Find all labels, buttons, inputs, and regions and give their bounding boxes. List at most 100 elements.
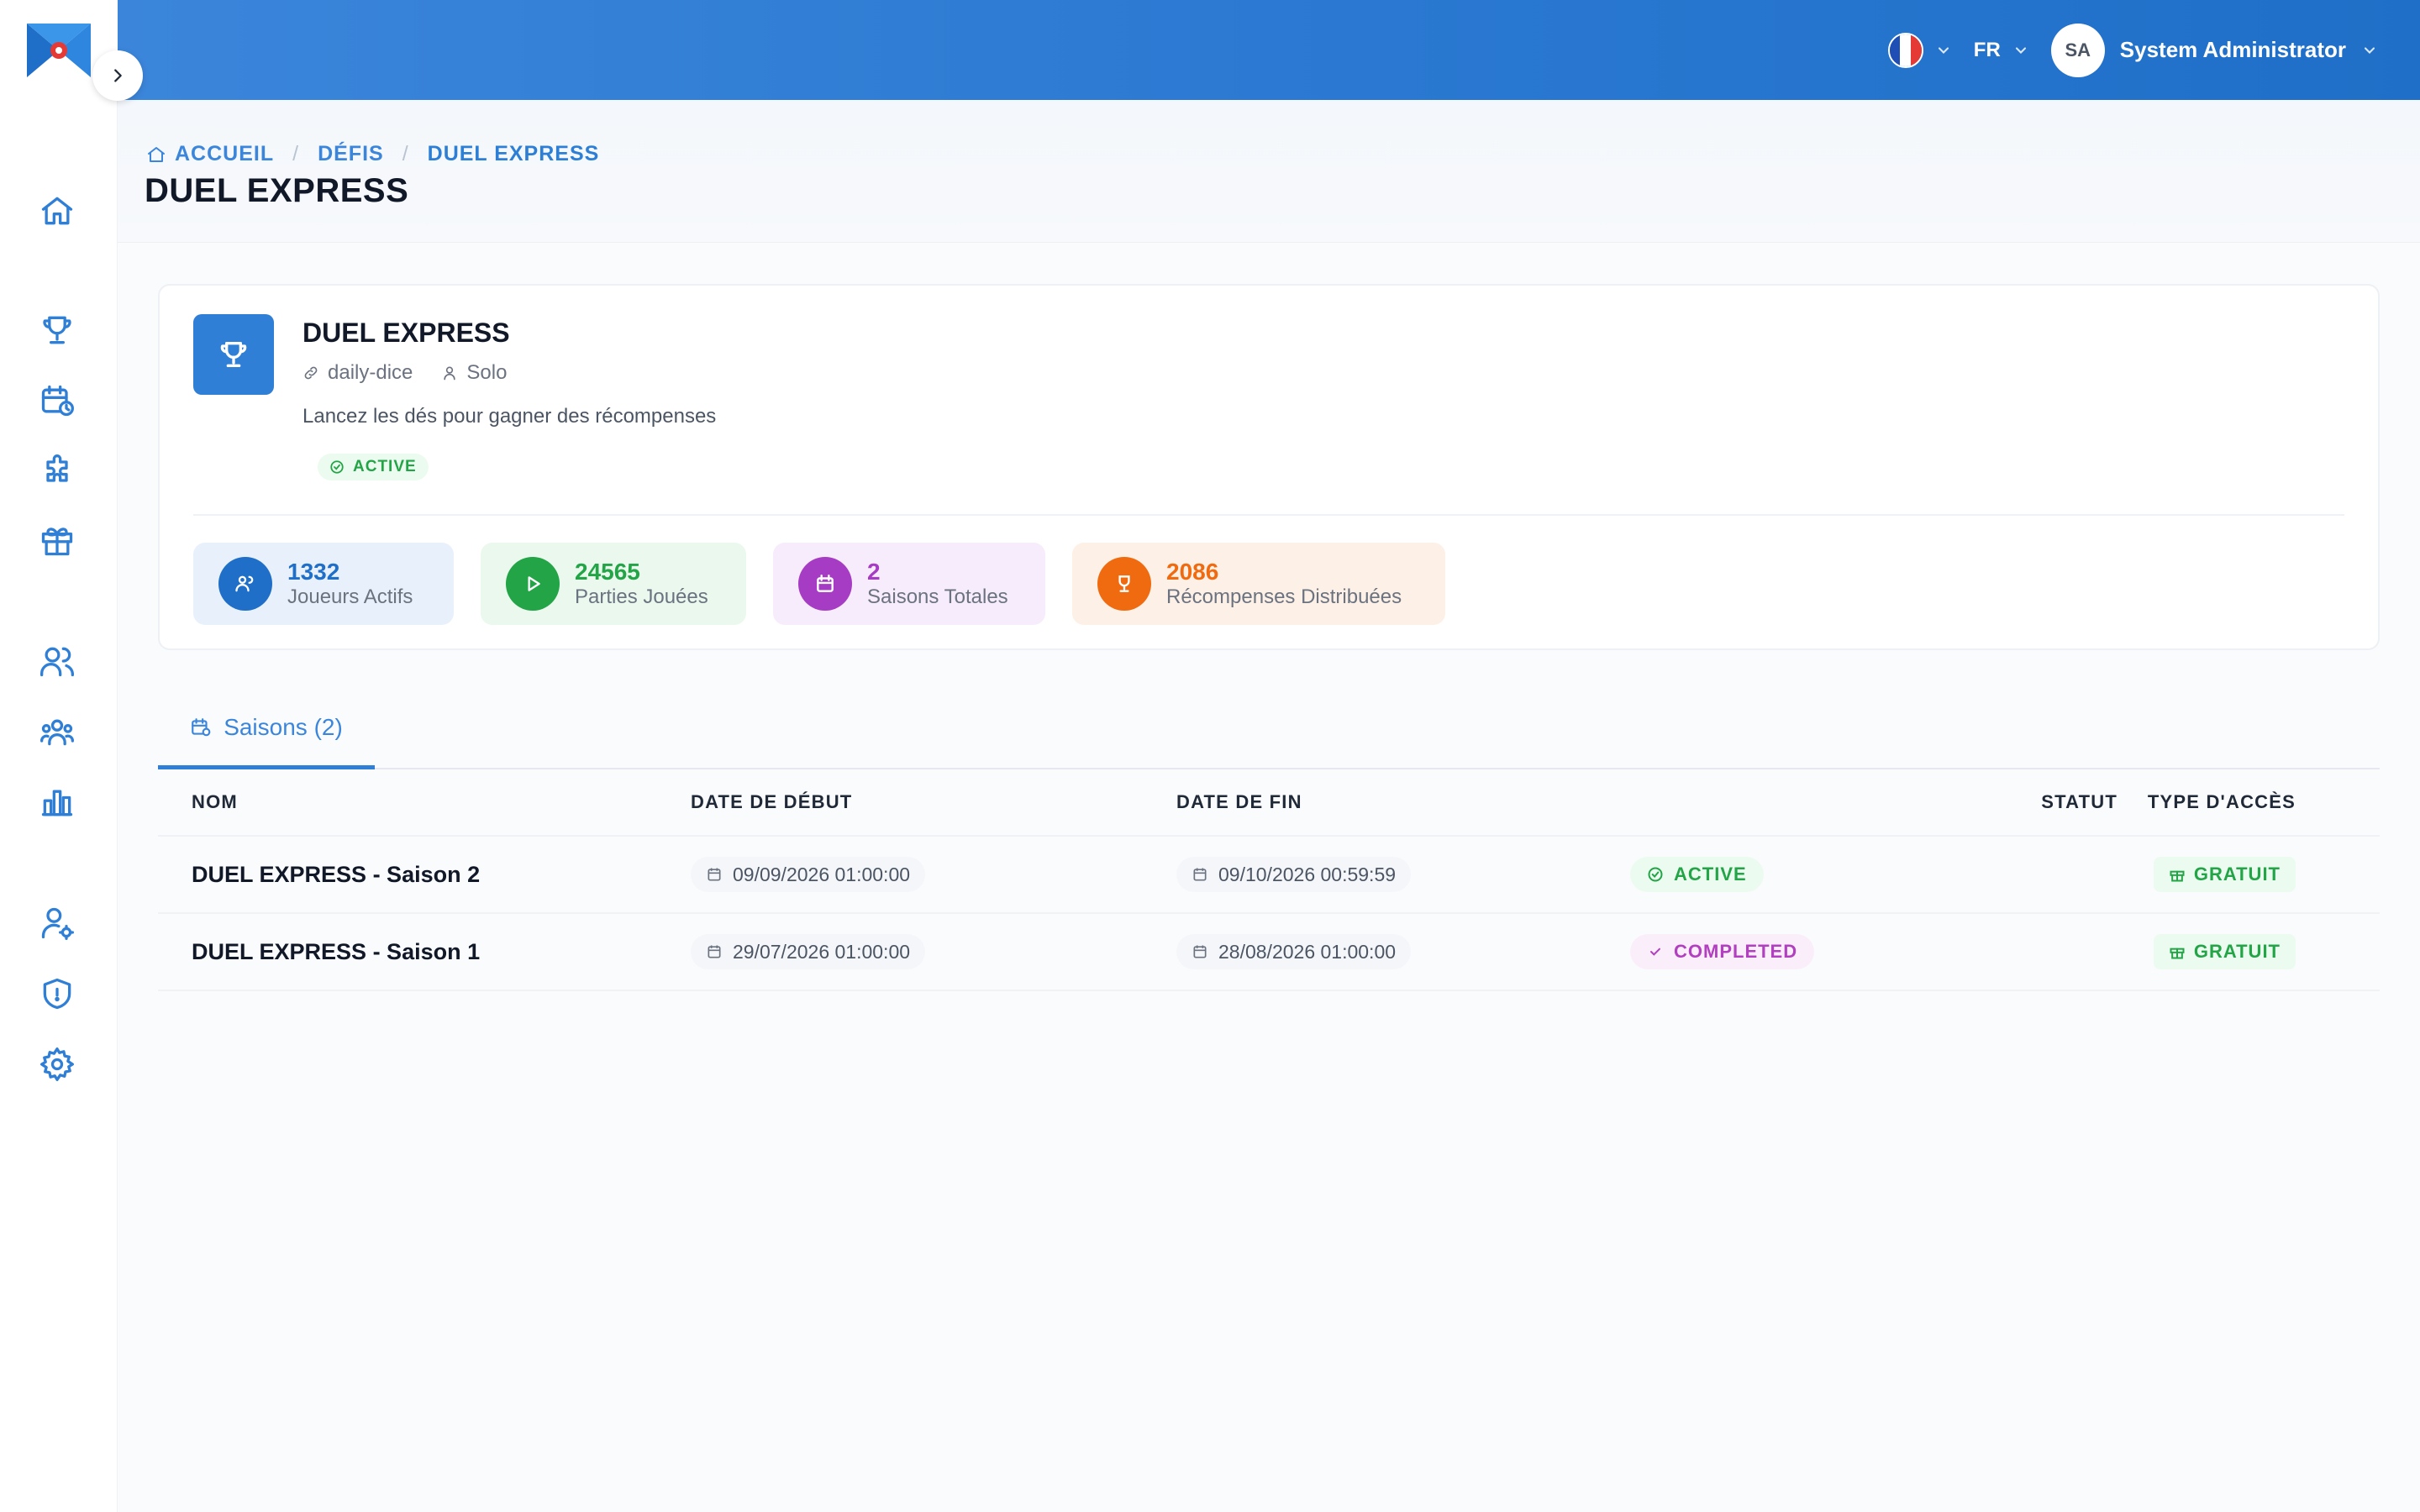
game-description: Lancez les dés pour gagner des récompens…	[302, 405, 717, 428]
breadcrumb-current: DUEL EXPRESS	[427, 142, 600, 165]
end-date-pill: 28/08/2026 01:00:00	[1176, 934, 1412, 969]
french-flag-icon	[1887, 32, 1923, 68]
user-name: System Administrator	[2119, 37, 2346, 62]
sidebar-item-security[interactable]	[34, 970, 81, 1017]
table-row[interactable]: DUEL EXPRESS - Saison 2 09/09/2026 01:00…	[158, 837, 2380, 914]
access-type-label: GRATUIT	[2193, 864, 2281, 885]
stat-label: Saisons Totales	[867, 585, 1008, 608]
trophy-icon	[220, 342, 247, 367]
column-header-start-date[interactable]: DATE DE DÉBUT	[691, 769, 1176, 835]
status-badge: ACTIVE	[318, 454, 429, 480]
user-icon	[444, 366, 456, 381]
sidebar-item-statistics[interactable]	[34, 779, 81, 826]
game-info-card: DUEL EXPRESS daily-dice Solo Lancez les …	[158, 284, 2380, 650]
tab-label: Saisons (2)	[224, 713, 343, 740]
table-header: NOM DATE DE DÉBUT DATE DE FIN STATUT TYP…	[158, 769, 2380, 837]
stat-label: Parties Jouées	[575, 585, 708, 608]
calendar-icon	[708, 868, 721, 881]
breadcrumb-home-label: ACCUEIL	[175, 142, 275, 165]
calendar-clock-icon	[41, 385, 74, 417]
end-date-pill: 09/10/2026 00:59:59	[1176, 857, 1412, 892]
gift-icon	[2170, 870, 2185, 882]
calendar-clock-icon	[192, 717, 211, 736]
users-icon	[218, 557, 272, 611]
access-type-badge: GRATUIT	[2153, 857, 2296, 892]
status-badge: ACTIVE	[1630, 857, 1764, 892]
calendar-icon	[1193, 945, 1207, 958]
page-header: ACCUEIL / DÉFIS / DUEL EXPRESS DUEL EXPR…	[118, 100, 2420, 243]
language-selector[interactable]: FR	[1974, 39, 2029, 62]
table-row[interactable]: DUEL EXPRESS - Saison 1 29/07/2026 01:00…	[158, 914, 2380, 991]
logo-icon	[27, 23, 91, 77]
group-icon	[40, 719, 74, 746]
sidebar-item-games[interactable]	[34, 448, 81, 495]
game-slug: daily-dice	[328, 361, 413, 384]
stat-value: 2086	[1166, 559, 1219, 585]
home-icon	[148, 146, 165, 162]
status-label: ACTIVE	[1674, 864, 1747, 885]
language-label: FR	[1973, 38, 2001, 61]
sidebar-item-home[interactable]	[34, 187, 81, 234]
stat-label: Récompenses Distribuées	[1166, 585, 1402, 608]
column-header-status[interactable]: STATUT	[1512, 769, 2118, 835]
season-name: DUEL EXPRESS - Saison 2	[192, 861, 481, 887]
breadcrumb-home-link[interactable]: ACCUEIL	[146, 142, 274, 166]
game-meta: daily-dice Solo	[302, 361, 507, 385]
status-label: ACTIVE	[353, 458, 417, 475]
stat-value: 24565	[575, 559, 640, 585]
breadcrumb-separator: /	[292, 142, 300, 165]
top-bar: FR SA System Administrator	[118, 0, 2420, 100]
column-header-name[interactable]: NOM	[158, 769, 691, 835]
avatar: SA	[2050, 23, 2105, 77]
trophy-icon	[43, 316, 71, 344]
sidebar-item-users[interactable]	[34, 638, 81, 685]
trophy-icon	[1097, 557, 1151, 611]
check-circle-icon	[1648, 867, 1663, 882]
breadcrumb: ACCUEIL / DÉFIS / DUEL EXPRESS	[146, 142, 599, 166]
stat-label: Joueurs Actifs	[287, 585, 413, 608]
game-mode: Solo	[466, 361, 508, 384]
sidebar-toggle-button[interactable]	[92, 50, 143, 101]
status-label: COMPLETED	[1674, 941, 1798, 962]
stat-active-players: 1332 Joueurs Actifs	[193, 543, 454, 625]
sidebar-item-seasons[interactable]	[34, 377, 81, 424]
access-type-badge: GRATUIT	[2153, 934, 2296, 969]
tab-seasons[interactable]: Saisons (2)	[158, 689, 375, 769]
sidebar-item-challenges[interactable]	[34, 307, 81, 354]
stat-games-played: 24565 Parties Jouées	[481, 543, 746, 625]
link-icon	[304, 366, 318, 380]
play-icon	[506, 557, 560, 611]
stat-rewards-distributed: 2086 Récompenses Distribuées	[1072, 543, 1445, 625]
puzzle-icon	[46, 454, 68, 482]
seasons-table: NOM DATE DE DÉBUT DATE DE FIN STATUT TYP…	[158, 769, 2380, 991]
tabs: Saisons (2)	[158, 689, 2380, 769]
access-type-label: GRATUIT	[2193, 941, 2281, 962]
start-date: 29/07/2026 01:00:00	[733, 940, 911, 963]
calendar-icon	[708, 945, 721, 958]
user-menu[interactable]: SA System Administrator	[2050, 23, 2378, 77]
sidebar-item-teams[interactable]	[34, 708, 81, 755]
sidebar	[0, 100, 118, 1512]
stat-value: 2	[867, 559, 881, 585]
home-icon	[41, 197, 73, 225]
chevron-right-icon	[114, 69, 122, 82]
users-icon	[40, 647, 74, 677]
breadcrumb-separator: /	[402, 142, 409, 165]
divider	[193, 514, 2344, 516]
sidebar-item-settings[interactable]	[34, 1041, 81, 1088]
start-date-pill: 29/07/2026 01:00:00	[691, 934, 926, 969]
column-header-access-type[interactable]: TYPE D'ACCÈS	[2118, 769, 2380, 835]
chevron-down-icon	[2364, 46, 2375, 54]
bar-chart-icon	[41, 790, 73, 816]
breadcrumb-challenges-link[interactable]: DÉFIS	[318, 142, 384, 166]
flag-dropdown[interactable]	[1887, 32, 1952, 68]
column-header-end-date[interactable]: DATE DE FIN	[1176, 769, 1512, 835]
chevron-down-icon	[1938, 46, 1949, 54]
calendar-icon	[798, 557, 852, 611]
check-icon	[1650, 948, 1660, 956]
shield-icon	[43, 978, 71, 1010]
calendar-icon	[1193, 868, 1207, 881]
season-name: DUEL EXPRESS - Saison 1	[192, 938, 481, 964]
sidebar-item-user-settings[interactable]	[34, 900, 81, 947]
sidebar-item-rewards[interactable]	[34, 517, 81, 564]
